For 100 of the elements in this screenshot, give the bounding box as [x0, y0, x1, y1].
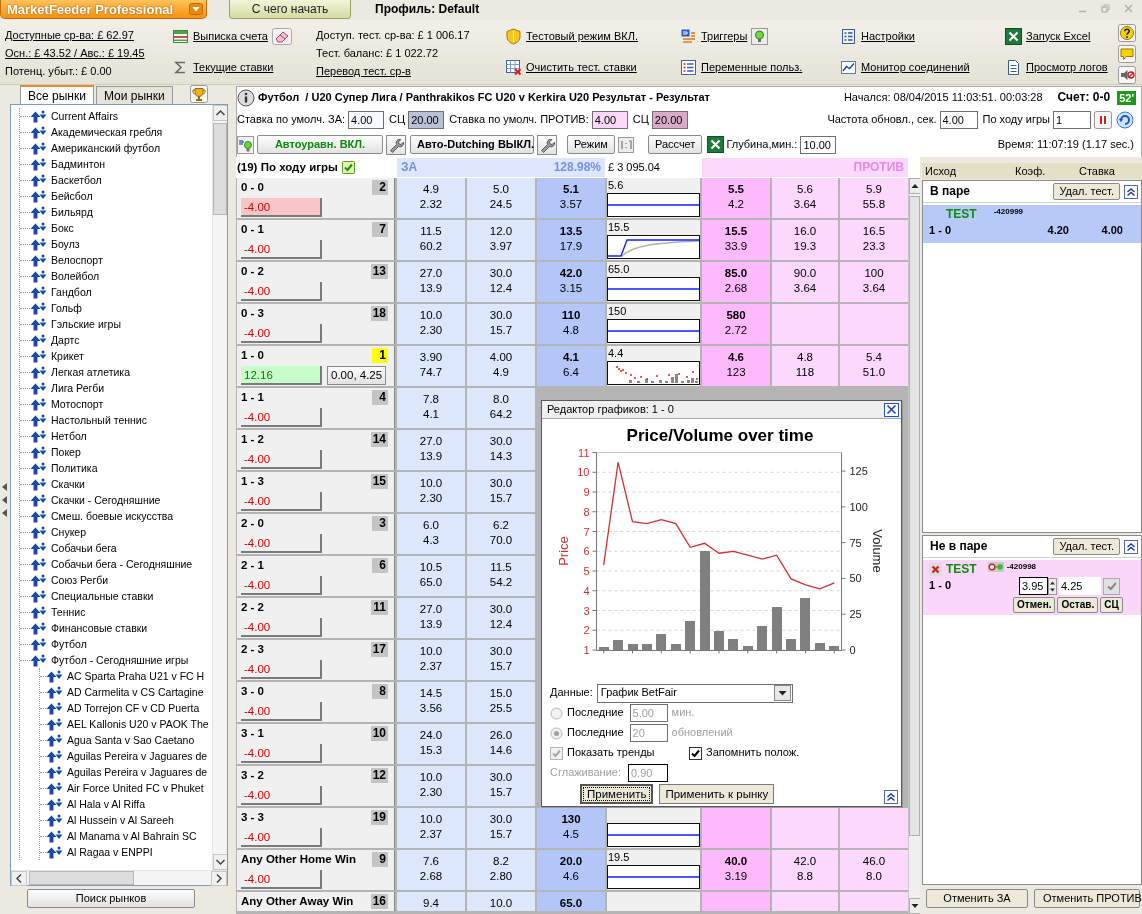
form-icon[interactable]: [840, 28, 857, 45]
back-offer-cell[interactable]: 30.0 12.4: [467, 598, 535, 638]
market-tree-item[interactable]: Снукер: [30, 525, 87, 539]
ledger-icon[interactable]: [172, 28, 189, 45]
balance-link[interactable]: Перевод тест. ср-в: [316, 62, 411, 80]
lay-offer-cell[interactable]: 16.0 19.3: [772, 220, 838, 260]
hedge-button[interactable]: 0.00, 4.25: [327, 366, 387, 385]
market-tree-item[interactable]: Current Affairs: [30, 109, 118, 123]
option-checkbox[interactable]: [689, 746, 702, 760]
lay-offer-cell[interactable]: 100 3.64: [840, 262, 908, 302]
market-tree-item[interactable]: Крикет: [30, 349, 84, 363]
back-offer-cell[interactable]: 15.0 25.5: [467, 682, 535, 722]
market-tree-item[interactable]: Лига Регби: [30, 381, 105, 395]
auto-balance-settings-button[interactable]: [386, 134, 406, 155]
lay-offer-cell[interactable]: [772, 808, 838, 848]
market-tree-item[interactable]: Специальные ставки: [30, 589, 154, 603]
lay-offer-cell[interactable]: 15.5 33.9: [702, 220, 770, 260]
lay-offer-cell[interactable]: [772, 892, 838, 911]
back-offer-cell[interactable]: 30.0 15.7: [467, 472, 535, 512]
remove-test-button[interactable]: Удал. тест.: [1053, 538, 1120, 555]
back-offer-cell[interactable]: 30.0 15.7: [467, 808, 535, 848]
back-offer-cell[interactable]: 14.5 3.56: [397, 682, 465, 722]
back-offer-cell[interactable]: 24.0 15.3: [397, 724, 465, 764]
back-offer-cell[interactable]: 65.0: [537, 892, 605, 911]
market-tree-item[interactable]: Бокс: [30, 221, 74, 235]
back-offer-cell[interactable]: 6.0 4.3: [397, 514, 465, 554]
cancel-all-button[interactable]: Отменить ЗА: [926, 889, 1028, 908]
collapse-icon[interactable]: [1124, 539, 1138, 554]
market-tree-item[interactable]: Покер: [30, 445, 81, 459]
market-tree-item[interactable]: Скачки - Сегодняшние: [30, 493, 161, 507]
checkbox-icon[interactable]: [341, 161, 355, 174]
lay-offer-cell[interactable]: 85.0 2.68: [702, 262, 770, 302]
market-tree-item[interactable]: Aguilas Pereira v Jaguares de: [46, 749, 208, 763]
in-play-field[interactable]: 1: [1053, 111, 1091, 129]
ratio-icon[interactable]: [617, 136, 634, 153]
lay-target-field[interactable]: 20.00: [651, 111, 688, 129]
back-offer-cell[interactable]: 7.6 2.68: [397, 850, 465, 890]
toolbar-link[interactable]: Выписка счета: [193, 29, 268, 44]
back-offer-cell[interactable]: 110 4.8: [537, 304, 605, 344]
back-offer-cell[interactable]: 10.0: [467, 892, 535, 911]
toolbar-link[interactable]: Переменные польз.: [701, 60, 803, 75]
back-offer-cell[interactable]: 27.0 13.9: [397, 598, 465, 638]
market-tree-item[interactable]: Aguilas Pereira v Jaguares de: [46, 765, 208, 779]
getting-started-tab[interactable]: С чего начать: [229, 0, 351, 19]
market-tree-item[interactable]: Баскетбол: [30, 173, 102, 187]
market-tree-item[interactable]: Боулз: [30, 237, 80, 251]
scroll-up-icon[interactable]: [909, 178, 920, 194]
back-stake-field[interactable]: 4.00: [348, 111, 385, 129]
toolbar-link[interactable]: Просмотр логов: [1026, 60, 1108, 75]
back-offer-cell[interactable]: 12.0 3.97: [467, 220, 535, 260]
market-tree-item[interactable]: Волейбол: [30, 269, 100, 283]
balance-link[interactable]: Доступные ср-ва: £ 62.97: [5, 26, 134, 44]
market-tree-item[interactable]: AD Carmelita v CS Cartagine: [46, 685, 204, 699]
lay-offer-cell[interactable]: [840, 808, 908, 848]
lay-offer-cell[interactable]: [840, 304, 908, 344]
pause-button[interactable]: [1094, 110, 1113, 130]
scroll-down-icon[interactable]: [909, 898, 920, 914]
back-offer-cell[interactable]: 130 4.5: [537, 808, 605, 848]
scroll-thumb[interactable]: [29, 871, 134, 885]
lightbulb-icon[interactable]: [237, 135, 254, 154]
back-offer-cell[interactable]: 10.0 2.30: [397, 472, 465, 512]
back-offer-cell[interactable]: 30.0 12.4: [467, 262, 535, 302]
vertical-scrollbar[interactable]: [212, 105, 227, 870]
trophy-icon[interactable]: [190, 85, 208, 103]
spinner-icon[interactable]: [1048, 577, 1057, 595]
back-offer-cell[interactable]: 3.90 74.7: [397, 346, 465, 386]
market-tree-item[interactable]: Собачьи бега - Сегодняшние: [30, 557, 193, 571]
auto-dutching-button[interactable]: Авто-Dutching ВЫКЛ.: [410, 135, 534, 154]
lay-offer-cell[interactable]: 5.9 55.8: [840, 178, 908, 218]
bet-action-button[interactable]: Отмен.: [1013, 597, 1056, 613]
data-source-select[interactable]: График BetFair: [596, 683, 793, 703]
toolbar-link[interactable]: Тестовый режим ВКЛ.: [526, 29, 638, 44]
market-tree-item[interactable]: Мотоспорт: [30, 397, 104, 411]
back-offer-cell[interactable]: 7.8 4.1: [397, 388, 465, 428]
toolbar-link[interactable]: Триггеры: [701, 29, 748, 44]
back-offer-cell[interactable]: 10.0 2.30: [397, 766, 465, 806]
market-tree-item[interactable]: Футбол - Сегодняшние игры: [30, 653, 189, 667]
back-offer-cell[interactable]: 42.0 3.15: [537, 262, 605, 302]
scroll-left-icon[interactable]: [11, 871, 27, 886]
back-offer-cell[interactable]: 4.00 4.9: [467, 346, 535, 386]
market-tree-item[interactable]: Американский футбол: [30, 141, 161, 155]
lay-offer-cell[interactable]: [702, 892, 770, 911]
refresh-interval-field[interactable]: 4.00: [939, 111, 978, 129]
horizontal-scrollbar[interactable]: [11, 870, 227, 885]
back-offer-cell[interactable]: 10.0 2.30: [397, 304, 465, 344]
apply-button[interactable]: Применить: [580, 784, 654, 804]
market-tree-item[interactable]: Скачки: [30, 477, 85, 491]
lay-offer-cell[interactable]: 46.0 8.0: [840, 850, 908, 890]
back-offer-cell[interactable]: 27.0 13.9: [397, 430, 465, 470]
close-button[interactable]: [884, 402, 899, 417]
market-tree-item[interactable]: Смеш. боевые искусства: [30, 509, 174, 523]
info-icon[interactable]: [237, 88, 255, 107]
back-offer-cell[interactable]: 30.0 14.3: [467, 430, 535, 470]
vertical-scrollbar[interactable]: [908, 178, 920, 914]
market-tree-item[interactable]: Политика: [30, 461, 98, 475]
back-offer-cell[interactable]: 9.4: [397, 892, 465, 911]
scroll-right-icon[interactable]: [211, 871, 227, 886]
back-offer-cell[interactable]: 13.5 17.9: [537, 220, 605, 260]
market-tree-item[interactable]: Гандбол: [30, 285, 92, 299]
search-markets-button[interactable]: Поиск рынков: [27, 889, 195, 908]
